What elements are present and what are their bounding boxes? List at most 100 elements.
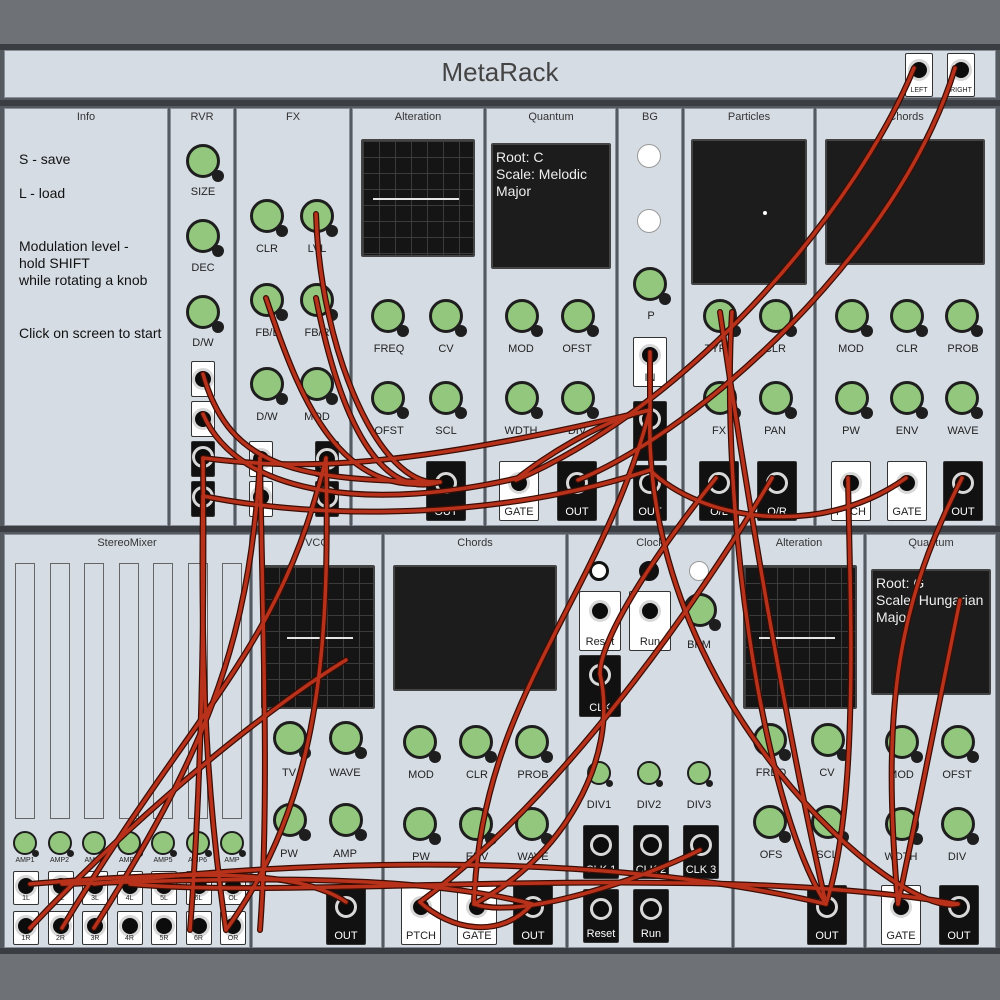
div-knob[interactable] [941, 807, 979, 845]
gate-jack[interactable]: GATE [887, 461, 927, 521]
bg-output[interactable] [633, 401, 667, 461]
particles-screen[interactable] [691, 139, 807, 285]
out-jack[interactable]: OUT [557, 461, 597, 521]
gate-jack[interactable]: GATE [881, 885, 921, 945]
pan-knob[interactable] [759, 381, 797, 419]
clk2-jack[interactable]: CLK 2 [633, 825, 669, 879]
right-output[interactable]: RIGHT [947, 53, 975, 97]
p-knob[interactable] [633, 267, 671, 305]
amp-knob[interactable] [116, 831, 143, 857]
size-knob[interactable] [186, 144, 224, 182]
pw-knob[interactable] [835, 381, 873, 419]
mixer-fader[interactable] [153, 563, 173, 819]
mod-knob[interactable] [505, 299, 543, 337]
reset-jack[interactable]: Reset [583, 889, 619, 943]
clr-knob[interactable] [459, 725, 497, 763]
mixer-jack[interactable]: 2R [47, 911, 74, 945]
fbl-knob[interactable] [250, 283, 288, 321]
mixer-jack[interactable]: OR [220, 911, 246, 945]
amp-knob[interactable] [47, 831, 74, 857]
div1-knob[interactable] [587, 761, 613, 787]
bg-button[interactable] [637, 144, 661, 168]
amp-knob[interactable] [13, 831, 39, 857]
wave-knob[interactable] [515, 807, 553, 845]
mixer-fader[interactable] [222, 563, 242, 819]
quantum-screen[interactable]: Root: C Scale: Melodic Major [491, 143, 611, 269]
chords-screen[interactable] [825, 139, 985, 265]
fx-output-r[interactable]: R [315, 481, 339, 517]
clk-jack[interactable]: CLK [579, 655, 621, 717]
mixer-jack[interactable]: 3L [82, 871, 108, 905]
mod-knob[interactable] [300, 367, 338, 405]
freq-knob[interactable] [371, 299, 409, 337]
mod-knob[interactable] [403, 725, 441, 763]
bpm-knob[interactable] [683, 593, 721, 631]
out-jack[interactable]: OUT [807, 885, 847, 945]
quantum-screen[interactable]: Root: G Scale: Hungarian Major [871, 569, 991, 695]
clr-knob[interactable] [759, 299, 797, 337]
rvr-output[interactable]: C [191, 441, 215, 477]
clk1-jack[interactable]: CLK 1 [583, 825, 619, 879]
vco-scope[interactable] [261, 565, 375, 709]
clk3-jack[interactable]: CLK 3 [683, 825, 719, 879]
amp-knob[interactable] [185, 831, 212, 857]
type-knob[interactable] [703, 299, 741, 337]
mixer-jack[interactable]: OL [220, 871, 246, 905]
ofst-knob[interactable] [561, 299, 599, 337]
mod-knob[interactable] [835, 299, 873, 337]
clr-knob[interactable] [890, 299, 928, 337]
ptch-jack[interactable]: PTCH [831, 461, 871, 521]
div2-knob[interactable] [637, 761, 663, 787]
ofst-knob[interactable] [941, 725, 979, 763]
fx-output-l[interactable]: L [249, 481, 273, 517]
amp-knob[interactable] [82, 831, 108, 857]
wdth-knob[interactable] [505, 381, 543, 419]
gate-jack[interactable]: GATE [457, 885, 497, 945]
ol-jack[interactable]: O/L [699, 461, 739, 521]
mixer-jack[interactable]: 3R [82, 911, 108, 945]
wave-knob[interactable] [945, 381, 983, 419]
mixer-fader[interactable] [118, 563, 139, 819]
run-jack[interactable]: Run [633, 889, 669, 943]
mixer-fader[interactable] [15, 563, 35, 819]
bg-input[interactable]: IN [633, 337, 667, 387]
fx-dw-knob[interactable] [250, 367, 288, 405]
div-knob[interactable] [561, 381, 599, 419]
dec-knob[interactable] [186, 219, 224, 257]
reset-button[interactable]: Reset [579, 591, 621, 651]
amp-knob[interactable] [329, 803, 367, 841]
left-output[interactable]: LEFT [905, 53, 933, 97]
rvr-input[interactable] [191, 361, 215, 397]
chords-screen[interactable] [393, 565, 557, 691]
mixer-jack[interactable]: 6R [185, 911, 212, 945]
scl-knob[interactable] [811, 805, 849, 843]
scope-screen[interactable] [743, 565, 857, 709]
pw-knob[interactable] [273, 803, 311, 841]
dw-knob[interactable] [186, 295, 224, 333]
mod-knob[interactable] [885, 725, 923, 763]
amp-knob[interactable] [220, 831, 246, 857]
mixer-fader[interactable] [84, 563, 104, 819]
lvl-knob[interactable] [300, 199, 338, 237]
mixer-jack[interactable]: 4L [116, 871, 143, 905]
ofs-knob[interactable] [753, 805, 791, 843]
clr-knob[interactable] [250, 199, 288, 237]
gate-jack[interactable]: GATE [499, 461, 539, 521]
bg-output[interactable]: OUT [633, 465, 667, 521]
fx-knob[interactable] [703, 381, 741, 419]
wdth-knob[interactable] [885, 807, 923, 845]
mixer-jack[interactable]: 2L [47, 871, 74, 905]
scope-screen[interactable] [361, 139, 475, 257]
mixer-jack[interactable]: 5L [151, 871, 177, 905]
fx-input[interactable] [249, 441, 273, 477]
out-jack[interactable]: OUT [943, 461, 983, 521]
run-button[interactable]: Run [629, 591, 671, 651]
div3-knob[interactable] [687, 761, 713, 787]
out-jack[interactable]: OUT [426, 461, 466, 521]
out-jack[interactable]: OUT [326, 885, 366, 945]
env-knob[interactable] [890, 381, 928, 419]
bg-button[interactable] [637, 209, 661, 233]
or-jack[interactable]: O/R [757, 461, 797, 521]
out-jack[interactable]: OUT [939, 885, 979, 945]
rvr-output[interactable]: C [191, 481, 215, 517]
